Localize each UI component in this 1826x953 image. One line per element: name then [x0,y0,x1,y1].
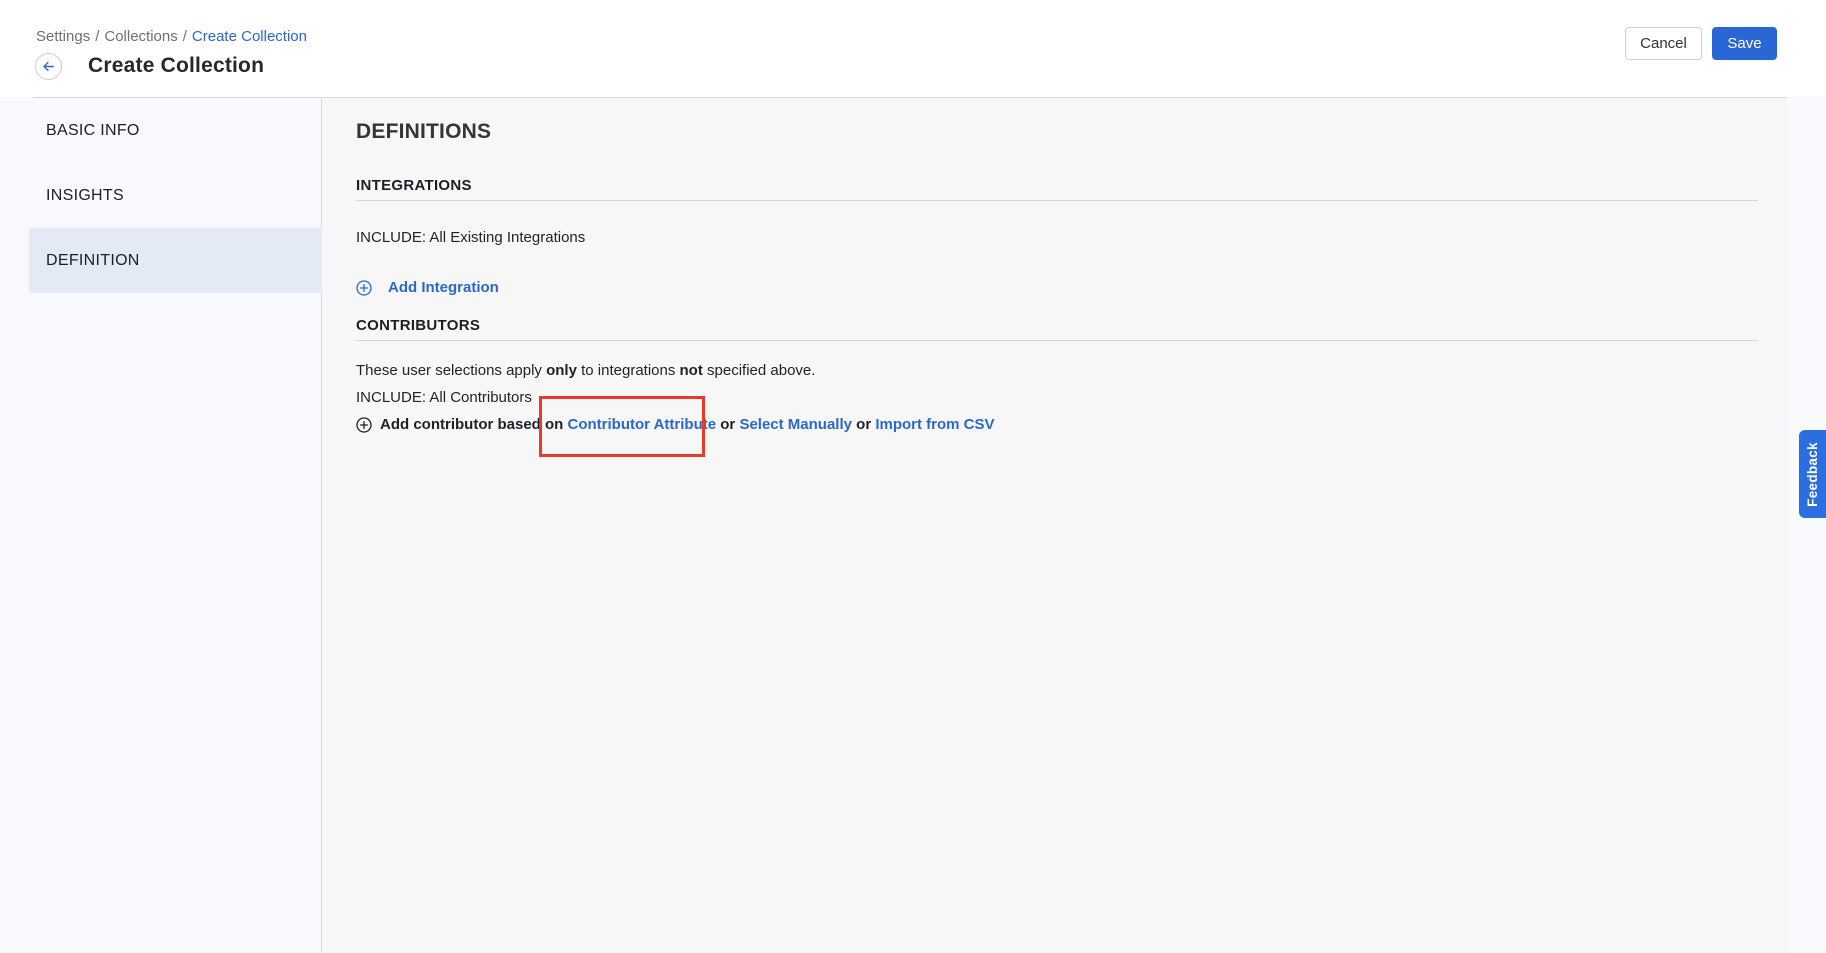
or-text: or [852,416,875,433]
note-bold-only: only [546,362,577,379]
arrow-left-icon [41,59,56,74]
contributors-note: These user selections apply only to inte… [356,362,1758,379]
feedback-tab[interactable]: Feedback [1799,430,1826,518]
breadcrumb-collections[interactable]: Collections [104,28,177,45]
plus-circle-icon [356,417,372,433]
note-text: specified above. [703,362,816,379]
add-integration-button[interactable]: Add Integration [356,279,1758,296]
import-from-csv-link[interactable]: Import from CSV [875,416,994,433]
contributors-heading: CONTRIBUTORS [356,317,1758,341]
sidebar-item-label: BASIC INFO [46,122,140,140]
breadcrumb: Settings / Collections / Create Collection [36,28,307,45]
sidebar-item-label: INSIGHTS [46,187,124,205]
breadcrumb-separator: / [95,28,99,45]
definition-panel: DEFINITIONS INTEGRATIONS INCLUDE: All Ex… [323,98,1787,953]
sidebar-item-definition[interactable]: DEFINITION [29,228,322,293]
back-button[interactable] [35,53,62,80]
or-text: or [716,416,739,433]
breadcrumb-separator: / [183,28,187,45]
add-contributor-row: Add contributor based on Contributor Att… [356,416,1758,433]
sidebar-item-basic-info[interactable]: BASIC INFO [29,98,322,163]
page-title: Create Collection [88,54,264,78]
plus-circle-icon [356,280,372,296]
sidebar-item-label: DEFINITION [46,252,140,270]
select-manually-link[interactable]: Select Manually [739,416,852,433]
note-text: to integrations [577,362,680,379]
note-bold-not: not [680,362,703,379]
cancel-button[interactable]: Cancel [1625,27,1702,60]
page-header: Settings / Collections / Create Collection C… [0,0,1826,97]
settings-sidebar: BASIC INFO INSIGHTS DEFINITION [0,98,322,953]
add-contributor-prefix: Add contributor based on [380,416,568,433]
integrations-heading: INTEGRATIONS [356,177,1758,201]
feedback-tab-label: Feedback [1805,442,1820,507]
breadcrumb-create-collection[interactable]: Create Collection [192,28,307,45]
section-title: DEFINITIONS [356,120,1758,144]
integrations-include-text: INCLUDE: All Existing Integrations [356,229,1758,246]
add-integration-label: Add Integration [388,279,499,296]
contributors-include-text: INCLUDE: All Contributors [356,389,1758,406]
breadcrumb-settings[interactable]: Settings [36,28,90,45]
note-text: These user selections apply [356,362,546,379]
save-button[interactable]: Save [1712,27,1777,60]
contributor-attribute-link[interactable]: Contributor Attribute [568,416,717,433]
sidebar-item-insights[interactable]: INSIGHTS [29,163,322,228]
